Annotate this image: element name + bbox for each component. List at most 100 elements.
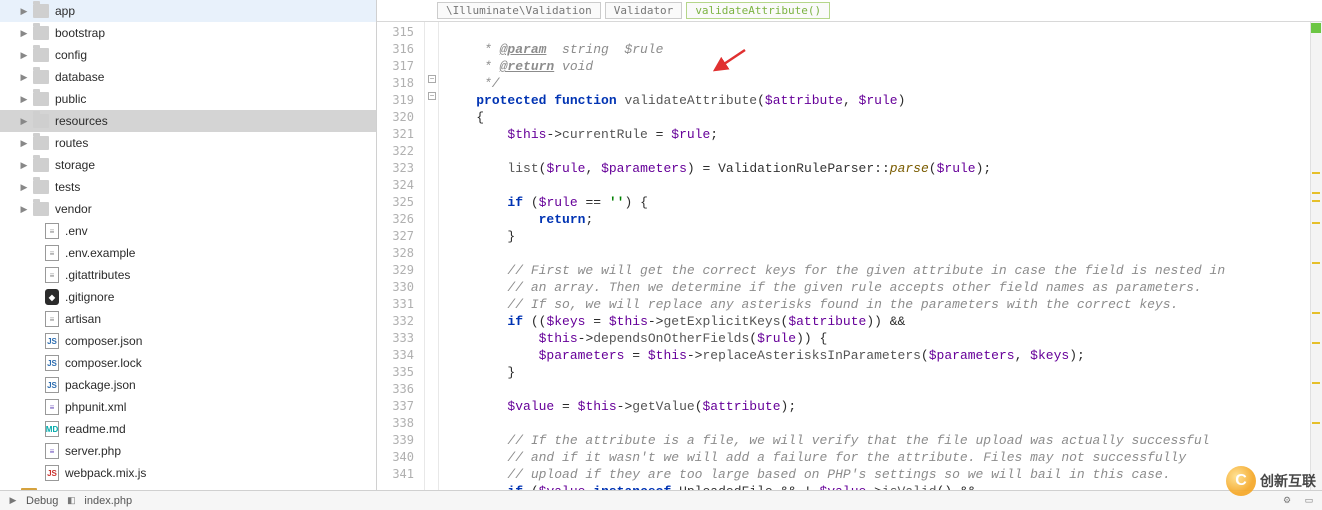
fold-gutter[interactable]: − − — [425, 22, 439, 490]
warning-mark[interactable] — [1312, 200, 1320, 202]
expand-arrow-icon[interactable]: ▶ — [18, 138, 30, 149]
tree-folder-database[interactable]: ▶ database — [0, 66, 376, 88]
tree-file-composer-json[interactable]: JS composer.json — [0, 330, 376, 352]
var: $parameters — [539, 348, 625, 363]
tree-external-libraries[interactable]: ▶ External Libraries — [0, 484, 376, 490]
var: $parameters — [929, 348, 1015, 363]
warning-mark[interactable] — [1312, 262, 1320, 264]
code-editor[interactable]: * @param string $rule * @return void */ … — [439, 22, 1322, 490]
expand-arrow-icon[interactable]: ▶ — [18, 28, 30, 39]
breadcrumb-method[interactable]: validateAttribute() — [686, 2, 830, 19]
warning-mark[interactable] — [1312, 192, 1320, 194]
method: isValid — [882, 484, 937, 490]
comment: // If the attribute is a file, we will v… — [476, 433, 1209, 448]
brace: } — [476, 229, 515, 244]
line-gutter: 315 316 317 318 319 320 321 322 323 324 … — [377, 22, 425, 490]
method: getExplicitKeys — [663, 314, 780, 329]
kw-protected: protected — [476, 93, 546, 108]
tree-file-readme-md[interactable]: MD readme.md — [0, 418, 376, 440]
var-this: $this — [507, 127, 546, 142]
expand-arrow-icon[interactable]: ▶ — [18, 6, 30, 17]
expand-arrow-icon[interactable]: ▶ — [6, 490, 18, 491]
tree-folder-bootstrap[interactable]: ▶ bootstrap — [0, 22, 376, 44]
tree-label: resources — [55, 114, 108, 128]
tree-folder-app[interactable]: ▶ app — [0, 0, 376, 22]
warning-mark[interactable] — [1312, 382, 1320, 384]
fold-toggle-icon[interactable]: − — [428, 92, 436, 100]
file-icon: ≡ — [45, 443, 59, 459]
var: $value — [820, 484, 867, 490]
var: $rule — [859, 93, 898, 108]
tree-folder-vendor[interactable]: ▶ vendor — [0, 198, 376, 220]
debug-icon[interactable]: ▶ — [6, 494, 20, 508]
tree-label: webpack.mix.js — [65, 466, 146, 480]
tree-file-artisan[interactable]: ≡ artisan — [0, 308, 376, 330]
tree-file-composer-lock[interactable]: JS composer.lock — [0, 352, 376, 374]
tree-file-webpack-mix-js[interactable]: JS webpack.mix.js — [0, 462, 376, 484]
expand-arrow-icon[interactable]: ▶ — [18, 182, 30, 193]
brace: } — [476, 365, 515, 380]
class: ValidationRuleParser — [718, 161, 874, 176]
status-file-label[interactable]: index.php — [84, 495, 132, 507]
tree-folder-storage[interactable]: ▶ storage — [0, 154, 376, 176]
tree-label: package.json — [65, 378, 136, 392]
tree-file--gitattributes[interactable]: ≡ .gitattributes — [0, 264, 376, 286]
tree-label: .gitignore — [65, 290, 114, 304]
tree-folder-public[interactable]: ▶ public — [0, 88, 376, 110]
kw-return: return — [539, 212, 586, 227]
tree-file--env-example[interactable]: ≡ .env.example — [0, 242, 376, 264]
warning-mark[interactable] — [1312, 312, 1320, 314]
warning-mark[interactable] — [1312, 222, 1320, 224]
status-debug-label[interactable]: Debug — [26, 495, 58, 507]
string: '' — [609, 195, 625, 210]
var: $keys — [546, 314, 585, 329]
tree-label: config — [55, 48, 87, 62]
folder-icon — [33, 136, 49, 150]
error-stripe[interactable] — [1310, 22, 1322, 490]
tree-file--env[interactable]: ≡ .env — [0, 220, 376, 242]
doc-tag: @return — [500, 59, 555, 74]
expand-arrow-icon[interactable]: ▶ — [18, 72, 30, 83]
expand-arrow-icon[interactable]: ▶ — [18, 204, 30, 215]
var: $attribute — [703, 399, 781, 414]
folder-icon — [33, 92, 49, 106]
tree-file-server-php[interactable]: ≡ server.php — [0, 440, 376, 462]
kw-if: if — [507, 314, 523, 329]
file-icon: ◆ — [45, 289, 59, 305]
tree-folder-tests[interactable]: ▶ tests — [0, 176, 376, 198]
warning-mark[interactable] — [1312, 422, 1320, 424]
status-bar: ▶ Debug ◧ index.php ⚙ ▭ — [0, 490, 1322, 510]
expand-arrow-icon[interactable]: ▶ — [18, 50, 30, 61]
kw-if: if — [507, 195, 523, 210]
file-icon: JS — [45, 355, 59, 371]
warning-mark[interactable] — [1312, 172, 1320, 174]
project-tree[interactable]: ▶ app▶ bootstrap▶ config▶ database▶ publ… — [0, 0, 377, 490]
kw-function: function — [554, 93, 616, 108]
tree-label: tests — [55, 180, 80, 194]
var: $rule — [671, 127, 710, 142]
expand-arrow-icon[interactable]: ▶ — [18, 160, 30, 171]
var: $rule — [937, 161, 976, 176]
expand-arrow-icon[interactable]: ▶ — [18, 116, 30, 127]
tree-label: vendor — [55, 202, 92, 216]
warning-mark[interactable] — [1312, 342, 1320, 344]
watermark: C 创新互联 — [1226, 466, 1316, 496]
tree-file-package-json[interactable]: JS package.json — [0, 374, 376, 396]
fold-toggle-icon[interactable]: − — [428, 75, 436, 83]
editor-pane: \Illuminate\Validation Validator validat… — [377, 0, 1322, 490]
kw-instanceof: instanceof — [593, 484, 671, 490]
file-icon: JS — [45, 333, 59, 349]
breadcrumb-namespace[interactable]: \Illuminate\Validation — [437, 2, 601, 19]
tree-file--gitignore[interactable]: ◆ .gitignore — [0, 286, 376, 308]
tree-folder-routes[interactable]: ▶ routes — [0, 132, 376, 154]
tree-folder-config[interactable]: ▶ config — [0, 44, 376, 66]
tree-folder-resources[interactable]: ▶ resources — [0, 110, 376, 132]
tree-file-phpunit-xml[interactable]: ≡ phpunit.xml — [0, 396, 376, 418]
var: $keys — [1030, 348, 1069, 363]
breadcrumb-class[interactable]: Validator — [605, 2, 683, 19]
expand-arrow-icon[interactable]: ▶ — [18, 94, 30, 105]
folder-icon — [33, 4, 49, 18]
php-file-icon: ◧ — [64, 494, 78, 508]
tree-label: .env — [65, 224, 88, 238]
fn-list: list — [507, 161, 538, 176]
